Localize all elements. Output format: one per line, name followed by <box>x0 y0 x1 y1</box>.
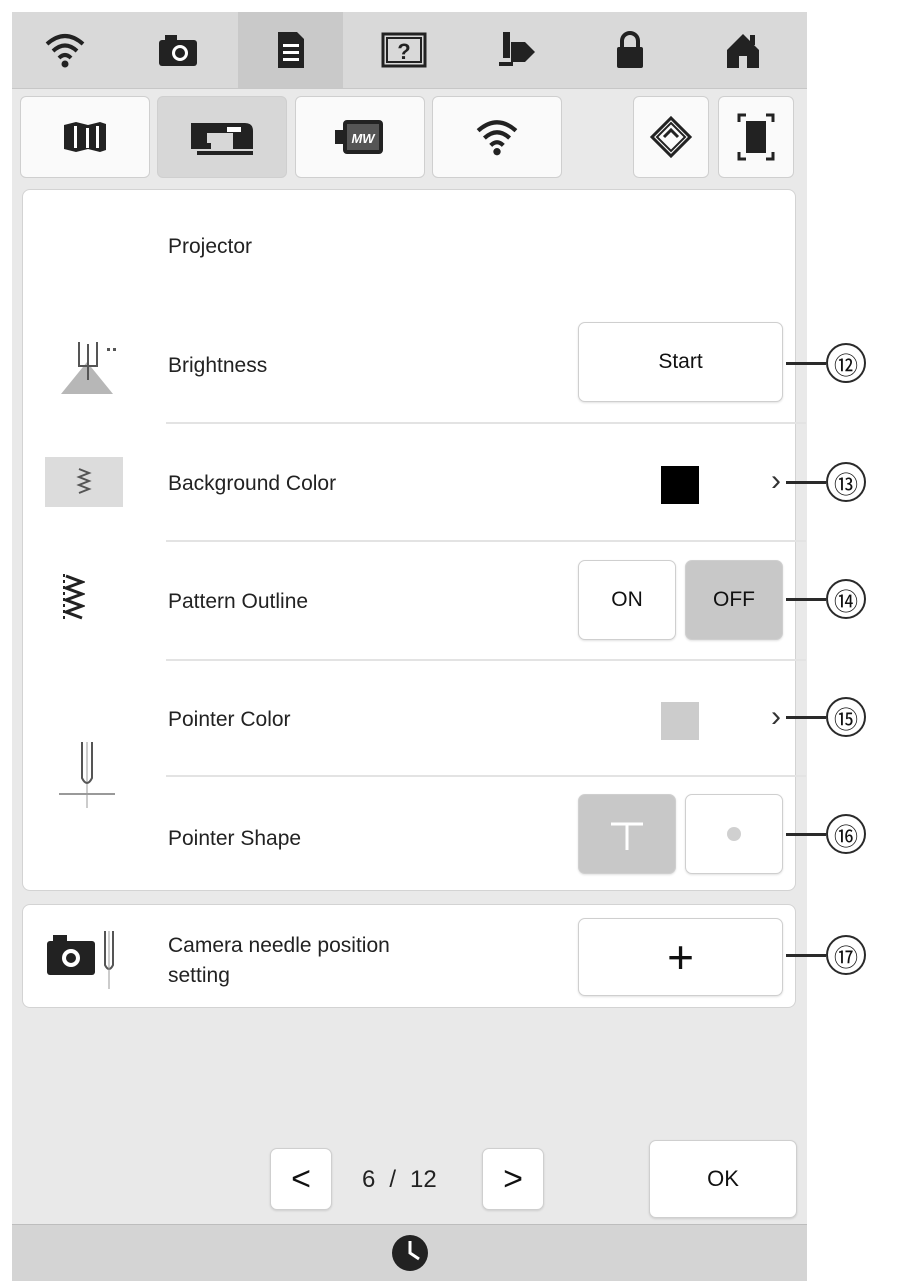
projector-brightness-icon <box>61 342 116 394</box>
background-color-swatch <box>661 466 699 504</box>
presser-foot-icon[interactable] <box>464 12 569 88</box>
background-color-label: Background Color <box>168 472 337 495</box>
tab-sewing-machine[interactable] <box>157 96 287 178</box>
callout-13: ⑬ <box>786 462 866 502</box>
callout-15: ⑮ <box>786 697 866 737</box>
background-color-icon <box>45 457 123 507</box>
clock-icon[interactable] <box>390 1233 430 1273</box>
embroidery-icon: MW <box>335 120 383 154</box>
projector-panel: Projector Brightness Start Background Co… <box>22 189 806 891</box>
pattern-outline-label: Pattern Outline <box>168 590 309 613</box>
svg-text:?: ? <box>397 39 410 64</box>
pattern-outline-on-button[interactable]: ON <box>578 560 676 640</box>
needle-pointer-icon <box>59 742 115 808</box>
home-icon[interactable] <box>690 12 795 88</box>
fullscreen-icon <box>737 113 775 161</box>
pointer-color-swatch <box>661 702 699 740</box>
brightness-start-button[interactable]: Start <box>578 322 783 402</box>
page-current: 6 <box>362 1166 376 1193</box>
brightness-label: Brightness <box>168 354 268 377</box>
camera-icon[interactable] <box>125 12 230 88</box>
row-divider <box>166 422 806 424</box>
row-divider <box>166 775 806 777</box>
row-divider <box>166 540 806 542</box>
help-icon[interactable]: ? <box>351 12 456 88</box>
svg-text:MW: MW <box>351 131 376 146</box>
tab-map[interactable] <box>20 96 150 178</box>
map-icon <box>64 122 106 152</box>
pointer-color-label: Pointer Color <box>168 708 291 731</box>
page-next-button[interactable]: > <box>482 1148 544 1210</box>
wifi-icon[interactable] <box>12 12 117 88</box>
top-status-bar: ? <box>12 12 807 89</box>
callout-17: ⑰ <box>786 935 866 975</box>
callout-16: ⑯ <box>786 814 866 854</box>
ok-button[interactable]: OK <box>649 1140 797 1218</box>
sewing-machine-icon <box>191 123 253 155</box>
pattern-outline-off-button[interactable]: OFF <box>685 560 783 640</box>
eraser-icon <box>649 115 693 159</box>
background-color-chevron-icon[interactable]: › <box>771 464 781 498</box>
camera-panel: Camera needle position setting + <box>22 904 796 1008</box>
row-divider <box>166 659 806 661</box>
pointer-shape-t-button[interactable] <box>578 794 676 874</box>
callout-14: ⑭ <box>786 579 866 619</box>
camera-needle-label-line2: setting <box>168 964 230 987</box>
callout-12: ⑫ <box>786 343 866 383</box>
camera-needle-icon <box>47 931 114 989</box>
dot-shape-icon <box>727 827 741 841</box>
bottom-bar <box>12 1224 807 1281</box>
page-prev-button[interactable]: < <box>270 1148 332 1210</box>
pointer-shape-label: Pointer Shape <box>168 827 302 850</box>
tab-fullscreen[interactable] <box>718 96 794 178</box>
t-shape-icon <box>611 822 643 850</box>
page-separator: / <box>389 1166 397 1193</box>
projector-title: Projector <box>168 235 253 258</box>
page-indicator: 6 / 12 <box>362 1166 437 1194</box>
settings-screen: ? MW Projector Brightness Start Backgrou… <box>12 12 807 1281</box>
tab-eraser[interactable] <box>633 96 709 178</box>
tab-embroidery[interactable]: MW <box>295 96 425 178</box>
pattern-outline-icon <box>63 574 85 620</box>
document-icon[interactable] <box>238 12 343 88</box>
camera-needle-plus-button[interactable]: + <box>578 918 783 996</box>
pointer-shape-dot-button[interactable] <box>685 794 783 874</box>
tab-wireless[interactable] <box>432 96 562 178</box>
pointer-color-chevron-icon[interactable]: › <box>771 700 781 734</box>
page-total: 12 <box>410 1166 437 1193</box>
camera-needle-label-line1: Camera needle position <box>168 934 390 957</box>
wifi-icon <box>476 120 518 156</box>
lock-icon[interactable] <box>577 12 682 88</box>
camera-needle-label: Camera needle position setting <box>168 931 390 991</box>
